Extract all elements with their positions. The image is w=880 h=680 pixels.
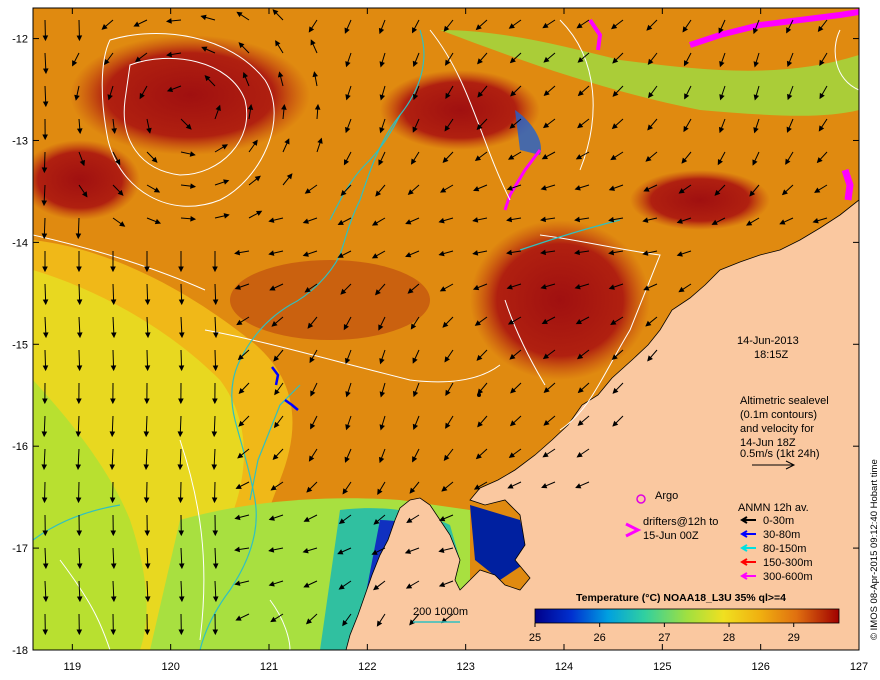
hot-patch-mid <box>230 260 430 340</box>
anmn-depth-label: 0-30m <box>763 515 794 527</box>
lon-tick-label: 124 <box>555 661 573 673</box>
lon-tick-label: 120 <box>161 661 179 673</box>
anmn-depth-label: 30-80m <box>763 529 800 541</box>
colorbar <box>534 608 840 624</box>
lat-tick-label: -17 <box>12 543 28 555</box>
colorbar-tick-label: 29 <box>788 632 800 644</box>
altimetry-line4: 14-Jun 18Z <box>740 437 796 449</box>
anmn-depth-label: 80-150m <box>763 543 806 555</box>
colorbar-tick-label: 25 <box>529 632 541 644</box>
hot-patch-central <box>470 220 650 380</box>
colorbar-tick-label: 26 <box>594 632 606 644</box>
lon-tick-label: 123 <box>456 661 474 673</box>
lon-tick-label: 126 <box>751 661 769 673</box>
lat-tick-label: -14 <box>12 237 28 249</box>
lon-tick-label: 121 <box>260 661 278 673</box>
bathy-label: 200 1000m <box>413 606 468 618</box>
altimetry-line2: (0.1m contours) <box>740 409 817 421</box>
lat-tick-label: -12 <box>12 34 28 46</box>
colorbar-tick-label: 27 <box>658 632 670 644</box>
anmn-depth-label: 300-600m <box>763 571 813 583</box>
drifters-line2: 15-Jun 00Z <box>643 530 699 542</box>
hot-patch-ne <box>630 170 770 230</box>
lat-tick-label: -18 <box>12 645 28 657</box>
lon-tick-label: 127 <box>850 661 868 673</box>
lat-tick-label: -15 <box>12 339 28 351</box>
argo-label: Argo <box>655 490 678 502</box>
time-label: 18:15Z <box>754 349 789 361</box>
colorbar-title: Temperature (°C) NOAA18_L3U 35% ql>=4 <box>576 592 786 604</box>
altimetry-line1: Altimetric sealevel <box>740 395 829 407</box>
altimetry-line3: and velocity for <box>740 423 814 435</box>
lon-tick-label: 125 <box>653 661 671 673</box>
drifters-line1: drifters@12h to <box>643 516 718 528</box>
lat-tick-label: -13 <box>12 135 28 147</box>
hot-patch-w <box>33 140 140 220</box>
sst-map-figure: 119 120 121 122 123 124 125 126 127 -12 -13 -14 -15… <box>12 7 880 673</box>
anmn-title: ANMN 12h av. <box>738 502 809 514</box>
colorbar-tick-label: 28 <box>723 632 735 644</box>
hot-patch-nw <box>70 35 310 155</box>
date-label: 14-Jun-2013 <box>737 335 799 347</box>
credit-text: © IMOS 08-Apr-2015 09:12:40 Hobart time <box>869 459 880 640</box>
altimetry-line5: 0.5m/s (1kt 24h) <box>740 448 819 460</box>
lon-tick-label: 122 <box>358 661 376 673</box>
anmn-depth-label: 150-300m <box>763 557 813 569</box>
map-plot-area <box>33 8 859 650</box>
lon-tick-label: 119 <box>64 661 82 673</box>
lat-tick-label: -16 <box>12 441 28 453</box>
